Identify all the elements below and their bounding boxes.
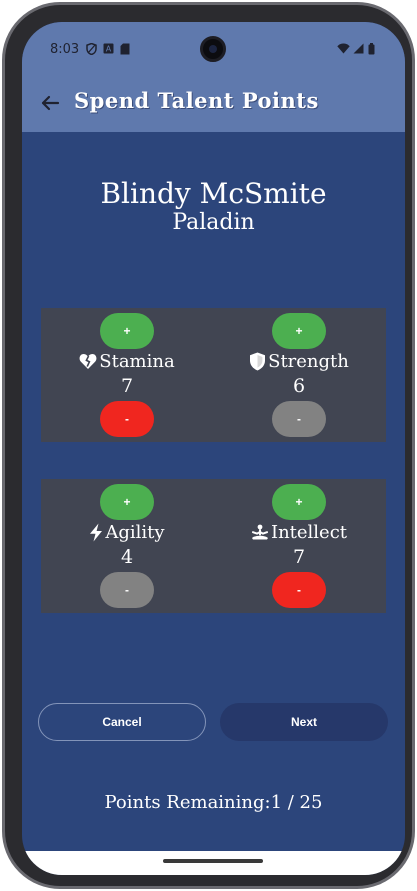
stamina-label: Stamina: [99, 351, 175, 372]
next-button[interactable]: Next: [220, 703, 388, 741]
strength-plus-button[interactable]: +: [272, 313, 326, 349]
broken-heart-icon: [79, 353, 97, 370]
accessibility-icon: A: [103, 43, 114, 57]
intellect-value: 7: [292, 546, 306, 568]
stat-strength: + Strength 6 -: [213, 308, 385, 442]
intellect-plus-button[interactable]: +: [272, 484, 326, 520]
hero-class: Paladin: [172, 210, 255, 235]
stamina-value: 7: [120, 375, 134, 397]
stat-label: Strength: [213, 351, 385, 372]
page-title: Spend Talent Points: [74, 88, 319, 113]
strength-minus-button[interactable]: -: [272, 401, 326, 437]
lightning-icon: [89, 523, 103, 542]
strength-label: Strength: [268, 351, 349, 372]
points-remaining: Points Remaining:1 / 25: [104, 792, 323, 813]
stat-panel-2: + Agility 4 - + Intellect 7 -: [41, 479, 386, 613]
agility-value: 4: [120, 546, 134, 568]
navigation-bar: [22, 851, 405, 875]
phone-frame: 8:03 A Spend Talent Points Blindy McSmit…: [2, 2, 415, 889]
hero-name: Blindy McSmite: [100, 177, 327, 210]
meditation-icon: [251, 524, 269, 541]
shield-icon: [86, 42, 97, 58]
stat-label: Intellect: [213, 522, 385, 543]
sd-card-icon: [120, 43, 130, 58]
stamina-plus-button[interactable]: +: [100, 313, 154, 349]
status-bar: 8:03 A: [22, 22, 405, 74]
cancel-button[interactable]: Cancel: [38, 703, 206, 741]
agility-label: Agility: [105, 522, 165, 543]
strength-value: 6: [292, 375, 306, 397]
front-camera: [200, 36, 226, 62]
intellect-minus-button[interactable]: -: [272, 572, 326, 608]
intellect-label: Intellect: [270, 522, 348, 543]
stat-intellect: + Intellect 7 -: [213, 479, 385, 613]
stamina-minus-button[interactable]: -: [100, 401, 154, 437]
stat-panel-1: + Stamina 7 - + Strength 6 -: [41, 308, 386, 442]
agility-minus-button[interactable]: -: [100, 572, 154, 608]
shield-icon: [249, 352, 266, 371]
status-time: 8:03: [50, 42, 80, 57]
stat-agility: + Agility 4 -: [41, 479, 213, 613]
home-indicator[interactable]: [163, 859, 263, 863]
stat-stamina: + Stamina 7 -: [41, 308, 213, 442]
wifi-icon: [337, 43, 350, 57]
screen: 8:03 A Spend Talent Points Blindy McSmit…: [22, 22, 405, 875]
stat-label: Stamina: [41, 351, 213, 372]
signal-icon: [353, 43, 364, 57]
top-bar: 8:03 A Spend Talent Points: [22, 22, 405, 132]
battery-icon: [368, 43, 375, 58]
arrow-left-icon[interactable]: [38, 91, 62, 115]
agility-plus-button[interactable]: +: [100, 484, 154, 520]
app-bar: Spend Talent Points: [22, 74, 405, 132]
stat-label: Agility: [41, 522, 213, 543]
svg-text:A: A: [106, 45, 112, 54]
